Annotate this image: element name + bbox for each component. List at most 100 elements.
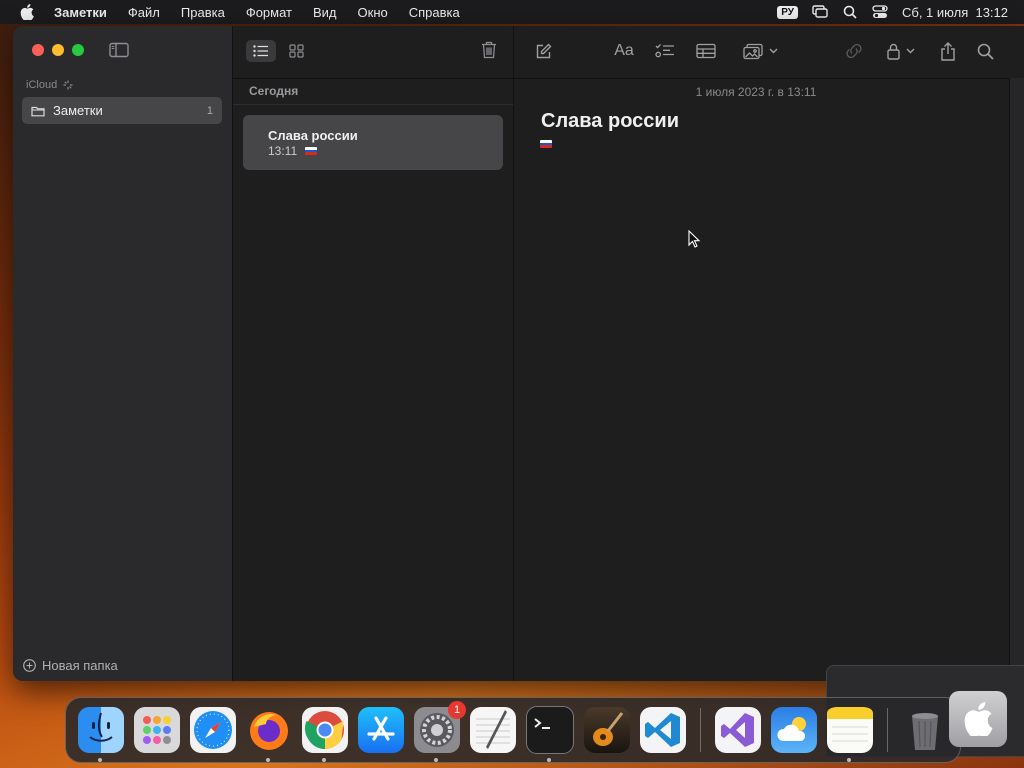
menu-clock[interactable]: Сб, 1 июля 13:12 bbox=[902, 5, 1008, 20]
dock-firefox[interactable] bbox=[246, 707, 292, 762]
visual-studio-icon bbox=[721, 713, 754, 747]
table-button[interactable] bbox=[695, 40, 717, 62]
running-indicator bbox=[98, 758, 102, 762]
dock-separator bbox=[887, 708, 888, 752]
lock-note-button[interactable] bbox=[884, 40, 918, 62]
note-item-time: 13:11 bbox=[268, 144, 298, 158]
dock-chrome[interactable] bbox=[302, 707, 348, 762]
note-item-title: Слава россии bbox=[268, 128, 358, 143]
vscode-icon bbox=[645, 713, 680, 747]
menu-file[interactable]: Файл bbox=[128, 5, 160, 20]
media-button[interactable] bbox=[739, 40, 781, 62]
share-button[interactable] bbox=[937, 40, 959, 62]
running-indicator bbox=[547, 758, 551, 762]
note-list-item[interactable]: Слава россии 13:11 bbox=[243, 115, 503, 170]
compose-icon bbox=[536, 43, 551, 58]
search-icon bbox=[977, 43, 994, 60]
chevron-down-icon bbox=[906, 48, 915, 54]
zoom-window-button[interactable] bbox=[72, 44, 84, 56]
sidebar-toggle-icon[interactable] bbox=[109, 42, 129, 58]
menu-bar: Заметки Файл Правка Формат Вид Окно Спра… bbox=[0, 0, 1024, 24]
note-timestamp: 1 июля 2023 г. в 13:11 bbox=[695, 85, 817, 99]
menu-format[interactable]: Формат bbox=[246, 5, 292, 20]
folders-sidebar: iCloud Заметки 1 Новая папка bbox=[13, 26, 233, 681]
lock-icon bbox=[887, 43, 900, 60]
section-divider bbox=[233, 104, 513, 105]
search-button[interactable] bbox=[974, 40, 996, 62]
new-folder-label: Новая папка bbox=[42, 658, 118, 673]
spotlight-search-icon[interactable] bbox=[842, 4, 858, 20]
screen-mirroring-icon[interactable] bbox=[812, 4, 828, 20]
menu-app-name[interactable]: Заметки bbox=[54, 5, 107, 20]
dock-trash[interactable] bbox=[902, 707, 948, 753]
apple-logo-icon bbox=[964, 702, 993, 736]
system-preferences-tile[interactable] bbox=[949, 691, 1007, 747]
dock-app-store[interactable] bbox=[358, 707, 404, 753]
menu-edit[interactable]: Правка bbox=[181, 5, 225, 20]
folder-item-notes[interactable]: Заметки 1 bbox=[22, 97, 222, 124]
new-folder-button[interactable]: Новая папка bbox=[23, 658, 118, 673]
dock-garageband[interactable] bbox=[584, 707, 630, 753]
control-center-icon[interactable] bbox=[872, 4, 888, 20]
format-label: Aa bbox=[614, 42, 634, 59]
keyboard-layout-indicator[interactable]: РУ bbox=[777, 5, 798, 19]
compose-note-button[interactable] bbox=[532, 40, 554, 62]
dock: 1 bbox=[65, 697, 961, 763]
app-store-icon bbox=[367, 716, 395, 741]
list-view-button[interactable] bbox=[246, 40, 276, 62]
checklist-button[interactable] bbox=[654, 40, 676, 62]
textedit-icon bbox=[476, 710, 510, 749]
window-controls bbox=[32, 44, 84, 56]
chevron-down-icon bbox=[769, 48, 777, 54]
table-icon bbox=[696, 43, 716, 59]
collaborate-button[interactable] bbox=[843, 40, 865, 62]
menu-help[interactable]: Справка bbox=[409, 5, 460, 20]
link-collaborate-icon bbox=[846, 44, 862, 58]
firefox-icon bbox=[250, 712, 288, 750]
list-view-icon bbox=[253, 45, 268, 57]
dock-textedit[interactable] bbox=[470, 707, 516, 753]
note-item-meta: 13:11 bbox=[268, 144, 318, 158]
menu-view[interactable]: Вид bbox=[313, 5, 337, 20]
gallery-view-icon bbox=[288, 44, 304, 58]
russian-flag-emoji[interactable] bbox=[540, 140, 552, 148]
dock-visual-studio[interactable] bbox=[715, 707, 761, 753]
dock-finder[interactable] bbox=[78, 707, 124, 762]
terminal-icon bbox=[534, 718, 550, 729]
gallery-view-button[interactable] bbox=[281, 40, 311, 62]
notes-window: iCloud Заметки 1 Новая папка Сегодня Сла… bbox=[13, 26, 1024, 681]
note-body-title[interactable]: Слава россии bbox=[541, 110, 679, 133]
finder-face-icon bbox=[89, 712, 113, 742]
dock-system-settings[interactable]: 1 bbox=[414, 701, 466, 762]
folder-icon bbox=[31, 106, 45, 116]
dock-terminal[interactable] bbox=[526, 706, 574, 762]
folder-note-count: 1 bbox=[206, 104, 213, 117]
delete-note-icon[interactable] bbox=[479, 40, 499, 60]
chrome-icon bbox=[304, 711, 344, 750]
section-header-today: Сегодня bbox=[249, 84, 299, 98]
note-list-toolbar bbox=[233, 26, 513, 79]
share-icon bbox=[941, 41, 955, 61]
close-window-button[interactable] bbox=[32, 44, 44, 56]
menu-window[interactable]: Окно bbox=[358, 5, 388, 20]
icloud-label: iCloud bbox=[26, 79, 58, 91]
dock-vscode[interactable] bbox=[640, 707, 686, 753]
russian-flag-icon bbox=[305, 147, 318, 155]
dock-safari[interactable] bbox=[190, 707, 236, 753]
dock-notes[interactable] bbox=[827, 707, 873, 762]
notes-app-icon bbox=[827, 707, 873, 742]
mouse-pointer-icon bbox=[688, 230, 700, 248]
note-list-pane: Сегодня Слава россии 13:11 bbox=[233, 26, 514, 681]
running-indicator bbox=[322, 758, 326, 762]
dock-separator bbox=[700, 708, 701, 752]
notification-badge: 1 bbox=[448, 701, 466, 719]
weather-icon bbox=[777, 717, 806, 741]
editor-scrollbar[interactable] bbox=[1009, 78, 1024, 681]
launchpad-icon bbox=[143, 716, 171, 744]
minimize-window-button[interactable] bbox=[52, 44, 64, 56]
checklist-icon bbox=[655, 44, 674, 58]
dock-launchpad[interactable] bbox=[134, 707, 180, 753]
dock-weather[interactable] bbox=[771, 707, 817, 753]
format-button[interactable]: Aa bbox=[612, 40, 636, 62]
apple-logo-icon[interactable] bbox=[20, 4, 34, 20]
